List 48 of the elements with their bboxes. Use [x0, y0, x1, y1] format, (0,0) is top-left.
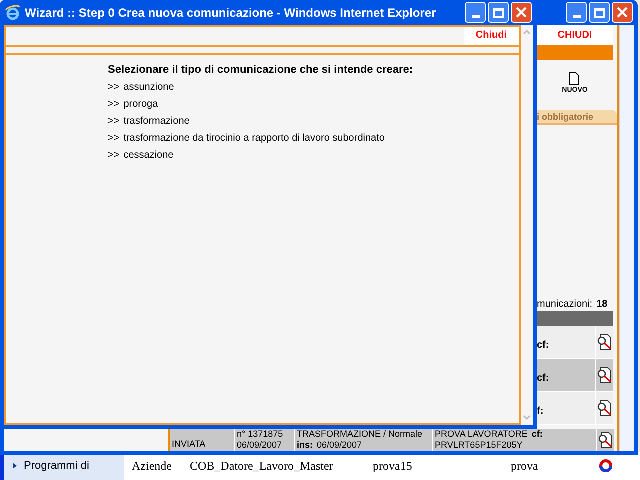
option-marker: >> [108, 115, 120, 129]
scrollbar[interactable] [619, 25, 634, 451]
table-cell-text: Aziende [132, 458, 173, 475]
close-button[interactable] [511, 2, 532, 23]
search-document-icon[interactable] [596, 400, 612, 416]
refresh-icon[interactable] [599, 459, 613, 473]
option-link[interactable]: assunzione [124, 80, 174, 95]
option-marker: >> [108, 132, 120, 146]
sidebar-item[interactable]: Programmi di [24, 458, 90, 474]
table-cell-text: prova [511, 458, 540, 475]
close-button[interactable] [612, 2, 633, 23]
cf-label: cf: [532, 429, 543, 440]
table-cell: cf: [537, 373, 550, 384]
option-link[interactable]: cessazione [124, 148, 174, 163]
option-marker: >> [108, 149, 120, 163]
close-link[interactable]: Chiudi [464, 27, 519, 45]
option-link[interactable]: trasformazione da tirocinio a rapporto di lavoro subordinato [124, 131, 385, 146]
status-cell: INVIATA [172, 439, 206, 450]
search-document-icon[interactable] [596, 366, 612, 384]
option-link[interactable]: trasformazione [124, 114, 190, 129]
maximize-button[interactable] [488, 2, 509, 23]
option-marker: >> [108, 81, 120, 95]
option-link[interactable]: proroga [124, 97, 158, 112]
table-cell: f: [537, 406, 544, 417]
fiscal-code: PRVLRT65P15F205Y [435, 440, 524, 451]
browser-logo-icon [5, 4, 21, 20]
table-cell: cf: [537, 340, 550, 351]
maximize-button[interactable] [589, 2, 610, 23]
table-cell-text: prova15 [373, 458, 414, 475]
number-text: n° 1371875 [237, 429, 284, 440]
table-cell-text: COB_Datore_Lavoro_Master [190, 458, 334, 475]
worker-name: PROVA LAVORATORE [435, 429, 528, 440]
ins-date: 06/09/2007 [317, 440, 362, 451]
option-marker: >> [108, 98, 120, 112]
type-text: TRASFORMAZIONE / Normale [297, 429, 424, 440]
ins-label: ins: [297, 440, 314, 451]
search-document-icon[interactable] [598, 432, 614, 448]
close-icon [617, 7, 628, 18]
document-icon [569, 72, 580, 86]
close-icon [516, 7, 527, 18]
count-value: 18 [596, 298, 608, 312]
date-text: 06/09/2007 [237, 440, 284, 451]
count-label: municazioni: [537, 298, 593, 312]
window-title: Wizard :: Step 0 Crea nuova comunicazione - Windows Internet Explorer [25, 4, 438, 22]
minimize-button[interactable] [566, 2, 587, 23]
heading-text: Selezionare il tipo di comunicazione che si intende creare: [108, 63, 414, 78]
minimize-button[interactable] [465, 2, 486, 23]
search-document-icon[interactable] [596, 334, 612, 350]
